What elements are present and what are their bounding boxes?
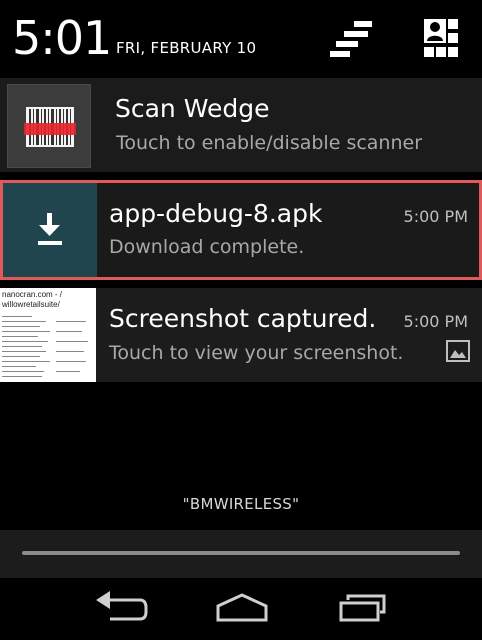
home-icon: [216, 593, 268, 622]
clear-all-icon: [330, 21, 372, 57]
image-icon: [446, 340, 470, 362]
quick-settings-button[interactable]: [414, 14, 470, 64]
notification-time: 5:00 PM: [403, 207, 468, 226]
download-icon-box: [3, 183, 97, 277]
recents-button[interactable]: [332, 586, 396, 632]
notification-subtitle: Touch to enable/disable scanner: [116, 132, 423, 154]
clear-all-button[interactable]: [322, 14, 382, 64]
recents-icon: [339, 594, 386, 622]
notification-scan-wedge[interactable]: Scan Wedge Touch to enable/disable scann…: [0, 78, 482, 172]
notification-screenshot[interactable]: nanocran.com - / willowretailsuite/ Scre…: [0, 288, 482, 382]
notification-time: 5:00 PM: [403, 312, 468, 331]
notification-title: Screenshot captured.: [109, 304, 377, 333]
network-name: "BMWIRELESS": [182, 495, 300, 513]
drag-handle-line: [22, 551, 460, 555]
date-label: FRI, FEBRUARY 10: [116, 39, 257, 57]
quick-settings-icon: [424, 19, 458, 57]
notification-header: 5:01 FRI, FEBRUARY 10: [0, 0, 482, 78]
notification-subtitle: Download complete.: [109, 236, 305, 258]
notification-download[interactable]: app-debug-8.apk Download complete. 5:00 …: [0, 180, 482, 280]
notification-title: app-debug-8.apk: [109, 199, 323, 228]
thumbnail-content: [2, 316, 88, 377]
screenshot-thumbnail: nanocran.com - / willowretailsuite/: [0, 288, 96, 382]
notification-title: Scan Wedge: [115, 94, 270, 123]
download-icon: [38, 213, 62, 245]
home-button[interactable]: [210, 586, 274, 632]
clock: 5:01: [12, 11, 112, 65]
back-button[interactable]: [88, 586, 152, 632]
notification-subtitle: Touch to view your screenshot.: [109, 342, 404, 364]
panel-drag-handle[interactable]: [0, 530, 482, 578]
navigation-bar: [0, 578, 482, 640]
back-icon: [96, 591, 148, 621]
scan-wedge-icon-box: [7, 84, 91, 168]
barcode-scanner-icon: [24, 107, 76, 147]
